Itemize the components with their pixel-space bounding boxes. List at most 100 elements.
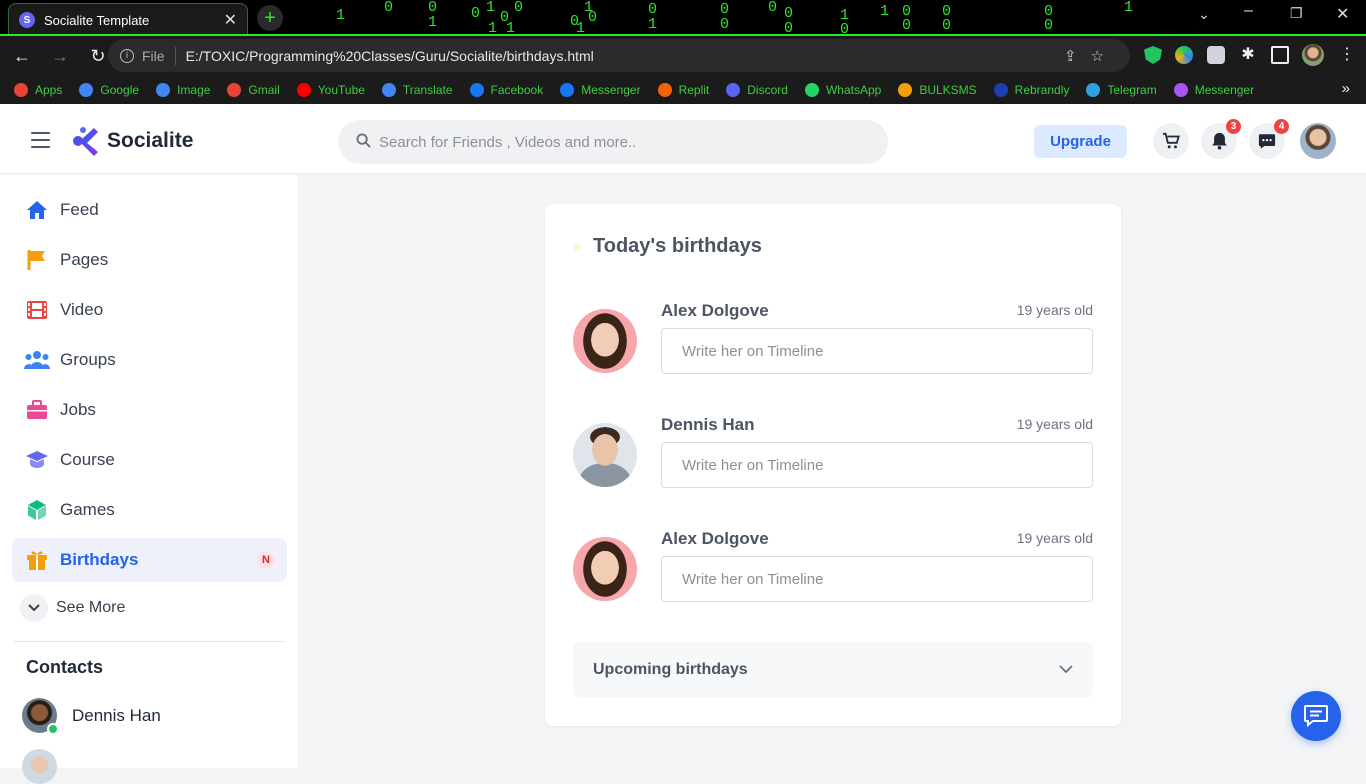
birthday-avatar[interactable] [573, 423, 637, 487]
see-more-button[interactable]: See More [20, 594, 125, 622]
back-icon[interactable]: ← [6, 46, 38, 67]
timeline-message-input[interactable] [661, 556, 1093, 602]
side-panel-icon[interactable] [1271, 46, 1289, 64]
bookmark-item[interactable]: Facebook [469, 83, 543, 97]
birthday-avatar[interactable] [573, 309, 637, 373]
home-icon [24, 198, 50, 222]
search-input[interactable]: Search for Friends , Videos and more.. [379, 134, 636, 151]
bookmark-label: Gmail [248, 83, 280, 97]
extension-icon[interactable] [1175, 46, 1193, 64]
new-tab-button[interactable]: + [257, 5, 283, 31]
bookmark-label: YouTube [317, 83, 365, 97]
bookmark-item[interactable]: Gmail [227, 83, 280, 97]
timeline-message-input[interactable] [661, 442, 1093, 488]
users-icon [24, 348, 50, 372]
bookmark-item[interactable]: BULKSMS [898, 83, 977, 97]
matrix-wallpaper: 10 01 01 01 1 00 10 10 10 00 00 10 10 00… [336, 0, 1134, 36]
omnibox[interactable]: i File E:/TOXIC/Programming%20Classes/Gu… [108, 39, 1130, 72]
url-text[interactable]: E:/TOXIC/Programming%20Classes/Guru/Soci… [186, 48, 594, 64]
google-icon [79, 83, 94, 97]
birthdays-card: Today's birthdays Alex Dolgove 19 years … [545, 204, 1121, 726]
replit-icon [657, 83, 672, 97]
more-menu-icon[interactable]: ⋮ [1338, 46, 1356, 64]
logo-icon [73, 127, 98, 156]
more-bookmarks-icon[interactable]: » [1342, 80, 1350, 97]
birthday-avatar[interactable] [573, 537, 637, 601]
brand-logo[interactable]: Socialite [72, 126, 193, 156]
bookmark-item[interactable]: Discord [726, 83, 788, 97]
cart-button[interactable] [1153, 123, 1189, 159]
bookmark-item[interactable]: WhatsApp [804, 83, 881, 97]
tab-favicon: S [19, 12, 35, 28]
extension-icon[interactable] [1207, 46, 1225, 64]
sidebar-item-label: Groups [60, 350, 116, 369]
tab-search-icon[interactable]: ⌄ [1198, 6, 1210, 23]
restore-icon[interactable]: ❐ [1290, 5, 1303, 22]
contact-item[interactable] [22, 749, 72, 784]
sidebar-item-pages[interactable]: Pages [12, 238, 287, 282]
birthday-item: Dennis Han 19 years old [573, 415, 1093, 513]
birthday-age: 19 years old [1016, 416, 1093, 432]
messages-button[interactable]: 4 [1249, 119, 1289, 159]
contact-avatar [22, 698, 59, 735]
sidebar-item-games[interactable]: Games [12, 488, 287, 532]
bookmark-label: BULKSMS [919, 83, 977, 97]
forward-icon[interactable]: → [44, 46, 76, 67]
info-icon[interactable]: i [120, 48, 134, 63]
hamburger-menu-icon[interactable] [31, 132, 50, 153]
bookmark-label: Image [177, 83, 211, 97]
bookmark-item[interactable]: Rebrandly [993, 83, 1070, 97]
contact-item[interactable]: Dennis Han [22, 698, 161, 735]
contact-name: Dennis Han [72, 705, 161, 725]
chat-fab-button[interactable] [1291, 691, 1341, 741]
tab-title: Socialite Template [44, 12, 150, 28]
sidebar-item-video[interactable]: Video [12, 288, 287, 332]
browser-tab-strip: 10 01 01 01 1 00 10 10 10 00 00 10 10 00… [0, 0, 1366, 36]
sidebar-item-course[interactable]: Course [12, 438, 287, 482]
sidebar-item-feed[interactable]: Feed [12, 188, 287, 232]
search-bar[interactable]: Search for Friends , Videos and more.. [338, 120, 888, 164]
share-star-icons[interactable]: ⇪☆ [1064, 47, 1118, 65]
discord-icon [726, 83, 741, 97]
birthday-name[interactable]: Alex Dolgove [661, 529, 769, 549]
profile-avatar-icon[interactable] [1302, 44, 1324, 66]
sidebar-item-birthdays[interactable]: Birthdays N [12, 538, 287, 582]
birthday-name[interactable]: Alex Dolgove [661, 301, 769, 321]
upcoming-birthdays-toggle[interactable]: Upcoming birthdays [573, 642, 1093, 697]
sidebar-item-label: Jobs [60, 400, 96, 419]
puzzle-icon[interactable]: ✱ [1239, 46, 1257, 64]
bookmark-item[interactable]: Telegram [1086, 83, 1157, 97]
user-avatar[interactable] [1300, 123, 1336, 159]
upgrade-button[interactable]: Upgrade [1034, 125, 1127, 158]
sidebar: Feed Pages Video Groups Jobs Course Games Birth… [0, 175, 299, 784]
bookmark-item[interactable]: Image [156, 83, 210, 97]
see-more-label: See More [56, 599, 126, 616]
timeline-message-input[interactable] [661, 328, 1093, 374]
bookmark-item[interactable]: Translate [381, 83, 453, 97]
notifications-badge: 3 [1226, 119, 1241, 134]
sidebar-item-groups[interactable]: Groups [12, 338, 287, 382]
bookmark-item[interactable]: Google [79, 83, 139, 97]
messages-badge: 4 [1274, 119, 1289, 134]
bookmark-item[interactable]: YouTube [296, 83, 365, 97]
bookmark-item[interactable]: Messenger [560, 83, 641, 97]
bookmark-label: Replit [678, 83, 710, 97]
bookmark-item[interactable]: Apps [14, 83, 62, 97]
notifications-button[interactable]: 3 [1201, 119, 1241, 159]
youtube-icon [296, 83, 311, 97]
birthday-name[interactable]: Dennis Han [661, 415, 755, 435]
bookmark-label: Rebrandly [1014, 83, 1070, 97]
brand-name: Socialite [107, 129, 194, 152]
sidebar-divider [14, 641, 285, 642]
close-tab-icon[interactable]: ✕ [224, 10, 237, 30]
minimize-icon[interactable]: – [1244, 2, 1253, 20]
film-icon [24, 298, 50, 322]
chevron-down-icon [20, 594, 48, 622]
bookmark-item[interactable]: Replit [657, 83, 710, 97]
close-window-icon[interactable]: ✕ [1336, 4, 1349, 24]
birthday-age: 19 years old [1016, 530, 1093, 546]
browser-tab[interactable]: S Socialite Template ✕ [8, 3, 248, 36]
sidebar-item-jobs[interactable]: Jobs [12, 388, 287, 432]
bookmark-item[interactable]: Messenger [1173, 83, 1254, 97]
bookmark-label: Telegram [1107, 83, 1157, 97]
